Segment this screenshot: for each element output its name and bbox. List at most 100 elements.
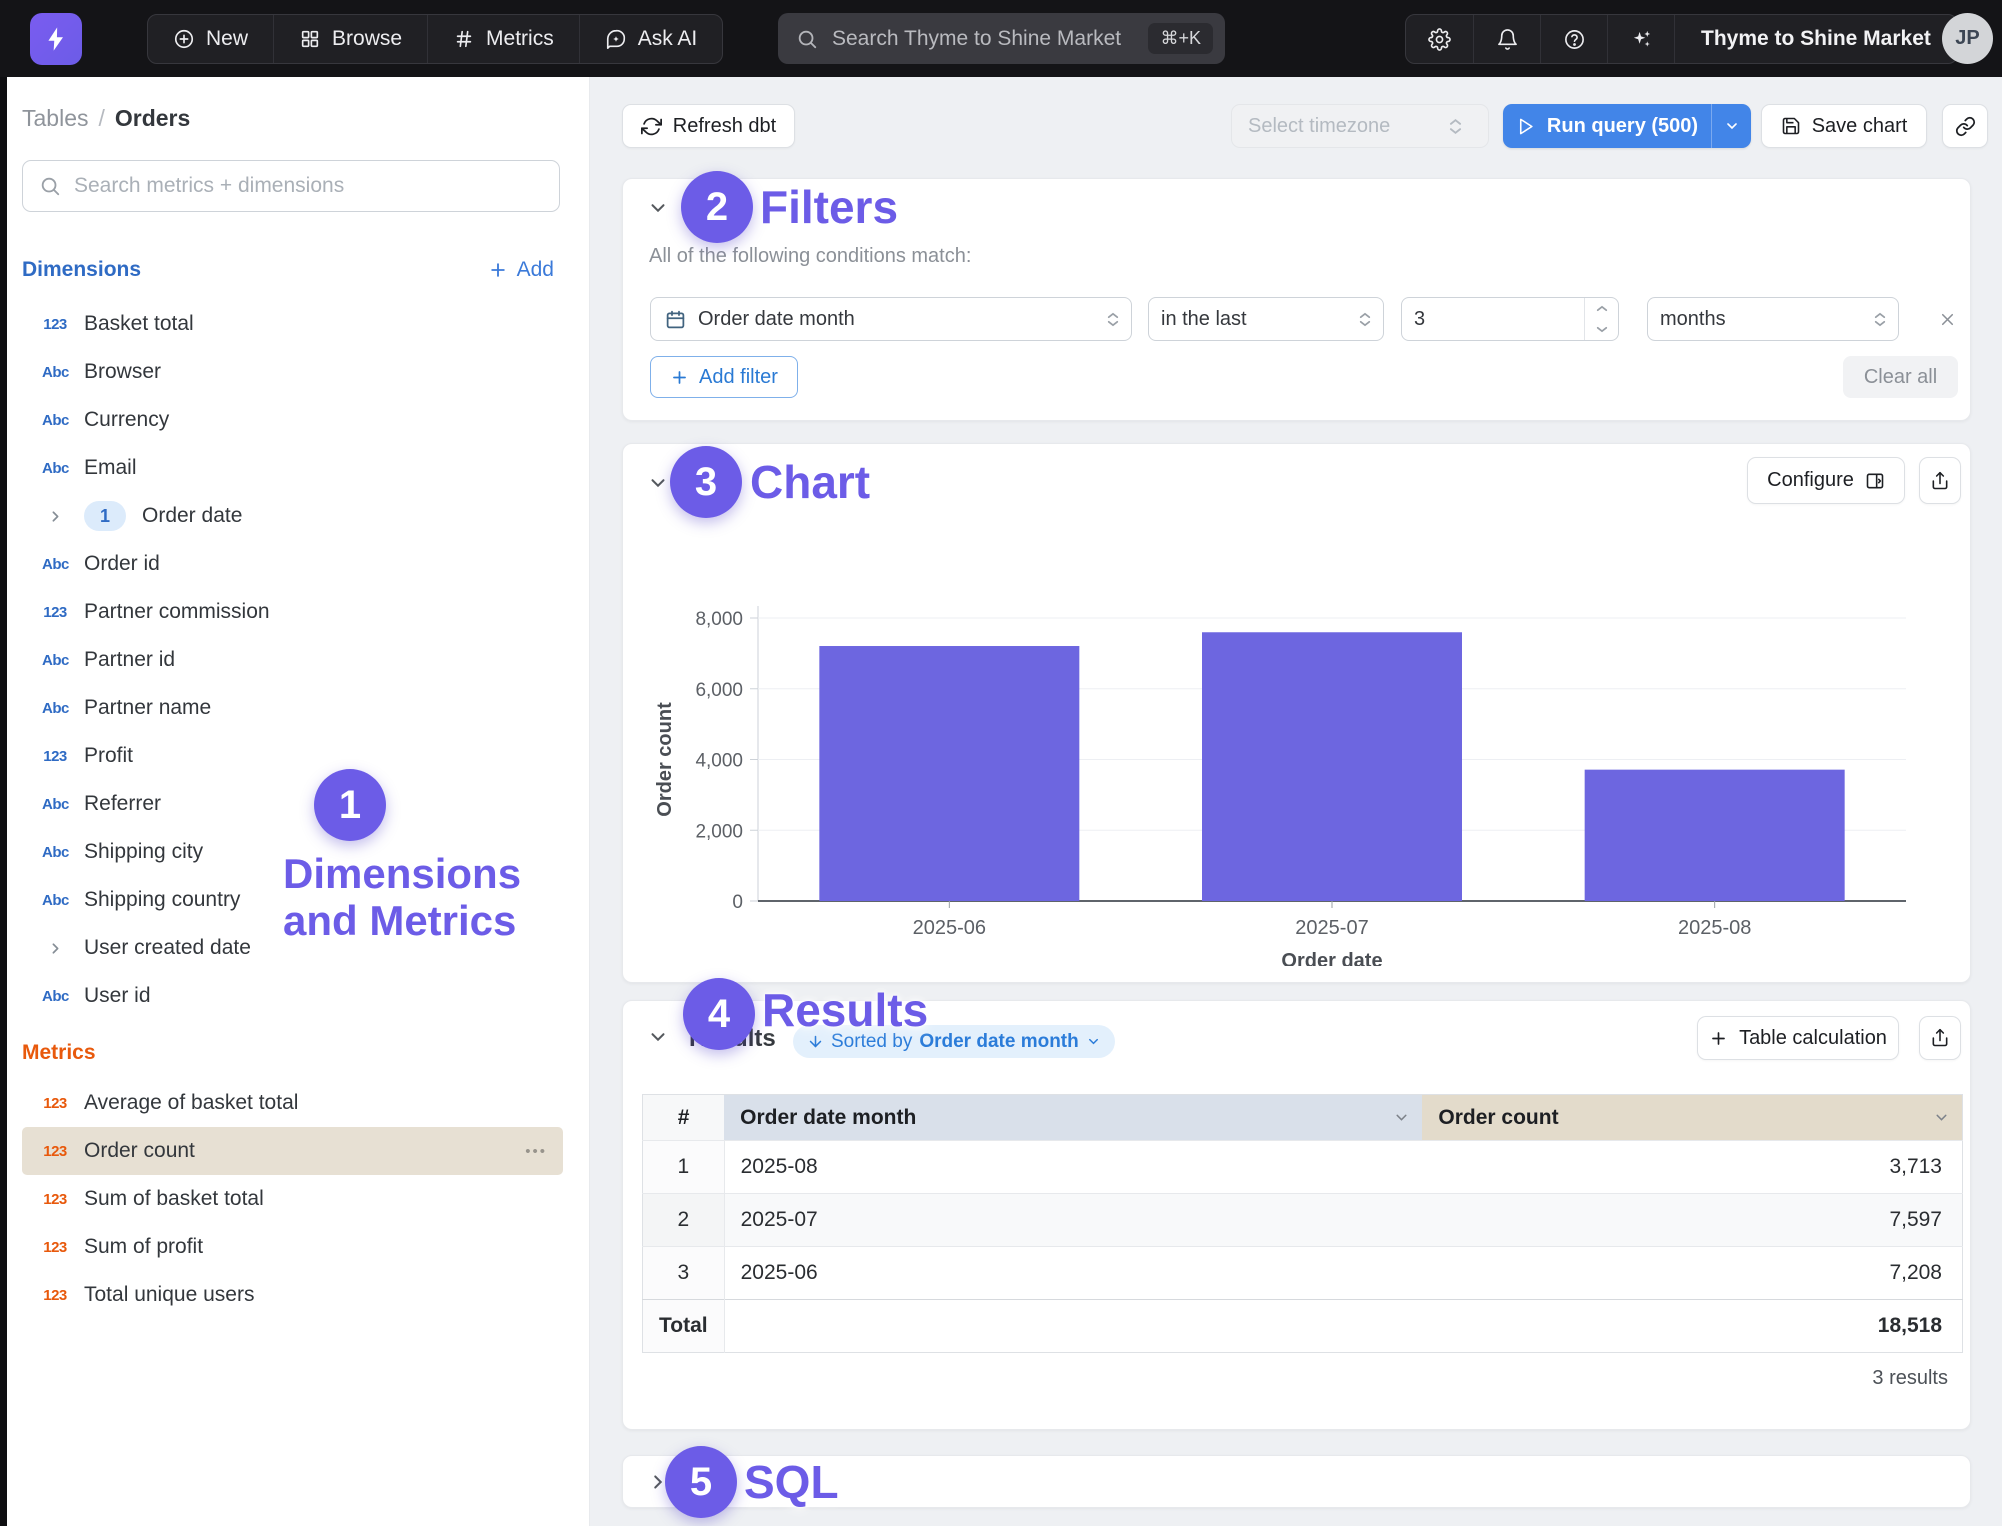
metrics-button[interactable]: Metrics <box>427 15 579 63</box>
field-label: Total unique users <box>84 1283 254 1307</box>
app-logo[interactable] <box>30 13 82 65</box>
dimension-currency[interactable]: AbcCurrency <box>22 396 563 444</box>
bar-2025-07[interactable] <box>1202 632 1462 901</box>
results-table: # Order date month Order count 12025-083… <box>642 1094 1963 1353</box>
bar-2025-08[interactable] <box>1585 770 1845 901</box>
avatar-initials: JP <box>1955 27 1979 50</box>
dimension-partner-commission[interactable]: 123Partner commission <box>22 588 563 636</box>
timezone-select[interactable]: Select timezone <box>1231 104 1489 148</box>
remove-filter-button[interactable] <box>1929 301 1965 337</box>
fields-search-input[interactable]: Search metrics + dimensions <box>22 160 560 212</box>
number-type-icon: 123 <box>42 1143 68 1160</box>
clear-all-button[interactable]: Clear all <box>1843 356 1958 398</box>
column-menu-icon[interactable] <box>1393 1109 1410 1126</box>
column-label: Order date month <box>740 1106 916 1129</box>
dimension-order-date[interactable]: 1Order date <box>22 492 563 540</box>
help-button[interactable] <box>1540 15 1607 63</box>
number-type-icon: 123 <box>42 604 68 621</box>
column-menu-icon[interactable] <box>1933 1109 1950 1126</box>
bar-2025-06[interactable] <box>819 646 1079 901</box>
share-link-button[interactable] <box>1942 104 1988 148</box>
dimension-browser[interactable]: AbcBrowser <box>22 348 563 396</box>
dimension-partner-name[interactable]: AbcPartner name <box>22 684 563 732</box>
new-button[interactable]: New <box>148 15 273 63</box>
more-options-icon[interactable]: ••• <box>525 1143 563 1160</box>
nav-label: Browse <box>332 27 402 51</box>
stepper-down-button[interactable] <box>1585 319 1618 340</box>
save-chart-button[interactable]: Save chart <box>1761 104 1927 148</box>
table-calculation-button[interactable]: Table calculation <box>1697 1016 1899 1060</box>
dimension-email[interactable]: AbcEmail <box>22 444 563 492</box>
count-cell[interactable]: 7,597 <box>1422 1194 1962 1247</box>
field-label: Order id <box>84 552 160 576</box>
month-cell[interactable]: 2025-08 <box>724 1141 1422 1194</box>
export-chart-button[interactable] <box>1919 457 1961 504</box>
filter-unit-select[interactable]: months <box>1647 297 1899 341</box>
metric-sum-of-basket-total[interactable]: 123Sum of basket total <box>22 1175 563 1223</box>
dimension-user-id[interactable]: AbcUser id <box>22 972 563 1020</box>
configure-label: Configure <box>1767 469 1854 492</box>
total-label-cell: Total <box>643 1300 725 1353</box>
table-calculation-label: Table calculation <box>1739 1027 1887 1050</box>
metric-total-unique-users[interactable]: 123Total unique users <box>22 1271 563 1319</box>
run-query-main[interactable]: Run query (500) <box>1503 104 1711 148</box>
month-cell[interactable]: 2025-07 <box>724 1194 1422 1247</box>
link-icon <box>1955 116 1976 137</box>
metric-average-of-basket-total[interactable]: 123Average of basket total <box>22 1079 563 1127</box>
filter-value-input[interactable]: 3 <box>1401 297 1619 341</box>
month-cell[interactable]: 2025-06 <box>724 1247 1422 1300</box>
chevron-right-icon[interactable] <box>42 508 68 525</box>
browse-button[interactable]: Browse <box>273 15 427 63</box>
count-cell[interactable]: 3,713 <box>1422 1141 1962 1194</box>
refresh-dbt-button[interactable]: Refresh dbt <box>622 104 795 148</box>
results-collapse-chevron[interactable] <box>645 1024 671 1050</box>
bar-chart: 02,0004,0006,0008,0002025-062025-072025-… <box>643 561 1953 966</box>
add-dimension-button[interactable]: Add <box>488 258 560 282</box>
breadcrumb-tables-link[interactable]: Tables <box>22 105 88 131</box>
ai-assistant-button[interactable] <box>1607 15 1674 63</box>
number-type-icon: 123 <box>42 1239 68 1256</box>
dimension-partner-id[interactable]: AbcPartner id <box>22 636 563 684</box>
count-cell[interactable]: 7,208 <box>1422 1247 1962 1300</box>
dimension-referrer[interactable]: AbcReferrer <box>22 780 563 828</box>
svg-text:2025-06: 2025-06 <box>913 917 986 939</box>
chart-collapse-chevron[interactable] <box>645 470 671 496</box>
notifications-button[interactable] <box>1473 15 1540 63</box>
select-caret-icon <box>1359 312 1383 327</box>
settings-button[interactable] <box>1406 15 1473 63</box>
metric-order-count[interactable]: 123Order count••• <box>22 1127 563 1175</box>
svg-text:2,000: 2,000 <box>695 821 743 842</box>
global-search-input[interactable]: Search Thyme to Shine Market ⌘+K <box>778 13 1225 64</box>
svg-text:2025-08: 2025-08 <box>1678 917 1751 939</box>
dimension-basket-total[interactable]: 123Basket total <box>22 300 563 348</box>
configure-button[interactable]: Configure <box>1747 457 1905 504</box>
annotation-label-chart: Chart <box>750 456 870 508</box>
dimension-order-id[interactable]: AbcOrder id <box>22 540 563 588</box>
row-index-cell: 3 <box>643 1247 725 1300</box>
row-index-cell: 2 <box>643 1194 725 1247</box>
ask-ai-button[interactable]: Ask AI <box>579 15 723 63</box>
user-avatar[interactable]: JP <box>1942 13 1993 64</box>
stepper-up-button[interactable] <box>1585 298 1618 319</box>
dimension-profit[interactable]: 123Profit <box>22 732 563 780</box>
export-results-button[interactable] <box>1919 1016 1961 1060</box>
org-switcher[interactable]: Thyme to Shine Market <box>1674 15 1957 63</box>
metric-sum-of-profit[interactable]: 123Sum of profit <box>22 1223 563 1271</box>
dimensions-title: Dimensions <box>22 258 141 282</box>
column-header-order-count[interactable]: Order count <box>1422 1095 1962 1141</box>
refresh-icon <box>641 116 662 137</box>
chevron-right-icon[interactable] <box>42 940 68 957</box>
add-filter-button[interactable]: Add filter <box>650 356 798 398</box>
table-header-row: # Order date month Order count <box>643 1095 1963 1141</box>
filter-field-select[interactable]: Order date month <box>650 297 1132 341</box>
run-query-button[interactable]: Run query (500) <box>1503 104 1751 148</box>
run-query-dropdown[interactable] <box>1711 104 1751 148</box>
field-label: Shipping country <box>84 888 240 912</box>
svg-text:8,000: 8,000 <box>695 609 743 630</box>
filter-operator-select[interactable]: in the last <box>1148 297 1384 341</box>
breadcrumb: Tables/Orders <box>22 105 190 132</box>
column-header-order-date-month[interactable]: Order date month <box>724 1095 1422 1141</box>
field-label: Shipping city <box>84 840 203 864</box>
filters-collapse-chevron[interactable] <box>645 195 671 221</box>
table-row: 12025-083,713 <box>643 1141 1963 1194</box>
